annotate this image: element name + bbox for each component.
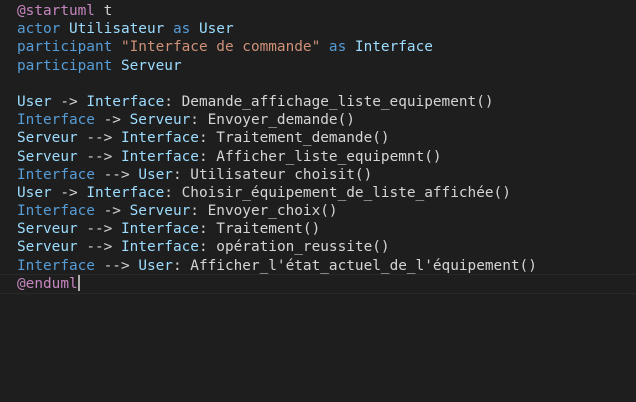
code-token-ident: Serveur xyxy=(129,203,191,220)
code-token-ident: Utilisateur xyxy=(69,21,165,38)
code-token-ident: User xyxy=(198,21,234,38)
code-token-ident: Serveur xyxy=(17,221,78,238)
code-line[interactable]: actor Utilisateur as User xyxy=(17,20,636,38)
code-token-keyword: participant xyxy=(17,57,113,74)
code-token-msg: : Utilisateur choisit() xyxy=(172,166,373,183)
code-token-plain: -> xyxy=(51,93,87,110)
code-token-keyword: as xyxy=(164,21,199,38)
code-token-msg: : Choisir_équipement_de_liste_affichée() xyxy=(164,184,511,201)
code-line[interactable]: Interface -> Serveur: Envoyer_choix() xyxy=(17,202,636,220)
code-token-keyword: as xyxy=(320,39,355,56)
code-token-msg: : Traitement() xyxy=(198,221,321,238)
code-token-keyword: Interface xyxy=(17,112,95,129)
code-token-msg: : opération_reussite() xyxy=(198,239,390,256)
code-token-plain: t xyxy=(94,3,113,19)
code-line[interactable]: User -> Interface: Demande_affichage_lis… xyxy=(17,93,636,111)
code-token-plain: --> xyxy=(94,257,139,274)
code-token-msg: : Afficher_liste_equipemnt() xyxy=(198,148,442,165)
code-editor[interactable]: @startuml t actor Utilisateur as User part… xyxy=(0,0,636,402)
code-token-ident: User xyxy=(138,166,173,183)
code-token-ident: Interface xyxy=(120,130,199,147)
code-line[interactable]: @enduml xyxy=(17,274,636,293)
code-token-directive: @startuml xyxy=(17,3,95,19)
code-token-ident: Interface xyxy=(120,239,199,256)
code-token-plain: --> xyxy=(77,239,121,256)
code-line[interactable]: Serveur --> Interface: Traitement() xyxy=(17,220,636,238)
code-token-ident: Interface xyxy=(86,93,165,110)
code-line[interactable]: Interface -> Serveur: Envoyer_demande() xyxy=(17,111,636,129)
code-token-msg: : Envoyer_choix() xyxy=(190,203,338,220)
code-token-directive: @enduml xyxy=(17,275,78,292)
code-token-ident: Interface xyxy=(354,39,433,56)
code-token-keyword: Interface xyxy=(17,166,95,183)
code-token-msg: : Traitement_demande() xyxy=(198,130,390,147)
code-token-plain: --> xyxy=(94,166,139,183)
code-token-ident: Serveur xyxy=(17,148,78,165)
code-line[interactable]: Serveur --> Interface: Traitement_demand… xyxy=(17,129,636,147)
code-line[interactable]: Interface --> User: Utilisateur choisit(… xyxy=(17,166,636,184)
code-token-keyword: Interface xyxy=(17,257,95,274)
text-cursor xyxy=(77,274,80,291)
code-token-ident: Serveur xyxy=(17,239,78,256)
code-line[interactable]: Serveur --> Interface: opération_reussit… xyxy=(17,238,636,256)
code-line[interactable]: User -> Interface: Choisir_équipement_de… xyxy=(17,184,636,202)
code-line[interactable]: Interface --> User: Afficher_l'état_actu… xyxy=(17,257,636,275)
code-line[interactable]: participant "Interface de commande" as I… xyxy=(17,38,636,56)
code-token-keyword: Interface xyxy=(17,203,95,220)
code-token-ident: User xyxy=(138,257,173,274)
code-token-msg: : Demande_affichage_liste_equipement() xyxy=(164,93,494,110)
code-token-string: "Interface de commande" xyxy=(120,39,321,56)
code-line[interactable] xyxy=(17,75,636,93)
code-token-ident: Serveur xyxy=(120,57,182,74)
code-token-keyword: actor xyxy=(17,21,61,38)
code-token-ident: Interface xyxy=(120,148,199,165)
code-token-plain: -> xyxy=(94,112,130,129)
code-token-msg: : Envoyer_demande() xyxy=(190,112,355,129)
code-token-msg: : Afficher_l'état_actuel_de_l'équipement… xyxy=(172,257,537,274)
code-token-plain: -> xyxy=(94,203,130,220)
code-token-ident: Serveur xyxy=(129,112,191,129)
code-token-plain: --> xyxy=(77,221,121,238)
code-line[interactable]: Serveur --> Interface: Afficher_liste_eq… xyxy=(17,148,636,166)
code-token-keyword: participant xyxy=(17,39,113,56)
code-token-plain: -> xyxy=(51,184,87,201)
code-line[interactable]: @startuml t xyxy=(17,2,636,20)
code-token-plain: --> xyxy=(77,130,121,147)
code-token-ident: Interface xyxy=(86,184,165,201)
code-token-ident: Interface xyxy=(120,221,199,238)
code-token-plain: --> xyxy=(77,148,121,165)
code-line[interactable]: participant Serveur xyxy=(17,57,636,75)
code-token-ident: User xyxy=(17,93,52,110)
code-token-ident: User xyxy=(17,184,52,201)
code-token-ident: Serveur xyxy=(17,130,78,147)
